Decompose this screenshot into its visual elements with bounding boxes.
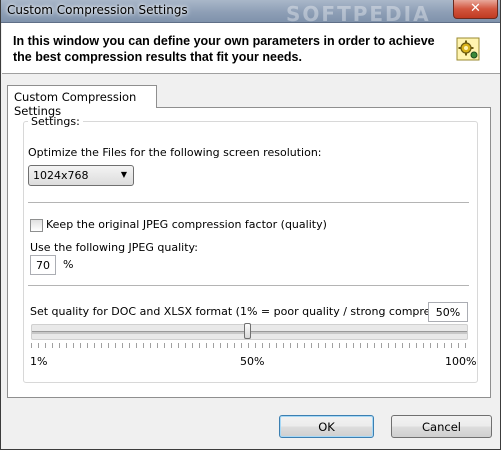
- tab-custom-compression-settings[interactable]: Custom Compression Settings: [7, 85, 157, 118]
- jpeg-quality-input[interactable]: 70: [30, 255, 56, 275]
- settings-gear-icon: [456, 37, 480, 61]
- tab-panel: Settings: Optimize the Files for the fol…: [7, 107, 491, 398]
- window-title: Custom Compression Settings: [7, 3, 188, 17]
- keep-jpeg-label[interactable]: Keep the original JPEG compression facto…: [46, 218, 327, 231]
- header-banner: In this window you can define your own p…: [2, 23, 500, 74]
- divider-1: [28, 202, 469, 203]
- slider-min-label: 1%: [30, 355, 48, 368]
- chevron-down-icon: ▼: [120, 170, 127, 179]
- slider-ticks: [31, 343, 468, 348]
- jpeg-quality-unit: %: [63, 258, 74, 271]
- doc-quality-value-input[interactable]: 50%: [428, 302, 468, 322]
- ok-button[interactable]: OK: [279, 415, 374, 438]
- close-button[interactable]: ✕: [453, 0, 498, 19]
- divider-2: [28, 285, 469, 286]
- doc-quality-slider[interactable]: [31, 323, 468, 340]
- slider-max-label: 100%: [445, 355, 477, 368]
- resolution-select[interactable]: 1024x768 ▼: [28, 165, 134, 186]
- slider-thumb[interactable]: [244, 323, 251, 339]
- jpeg-quality-label: Use the following JPEG quality:: [30, 241, 198, 254]
- dialog-window: Custom Compression Settings SOFTPEDIA ✕ …: [0, 0, 501, 450]
- keep-jpeg-checkbox[interactable]: [30, 219, 43, 232]
- doc-quality-label: Set quality for DOC and XLSX format (1% …: [30, 305, 463, 318]
- resolution-label: Optimize the Files for the following scr…: [28, 146, 322, 159]
- close-icon: ✕: [470, 1, 481, 16]
- slider-mid-label: 50%: [240, 355, 265, 368]
- header-description: In this window you can define your own p…: [13, 34, 435, 64]
- resolution-select-value: 1024x768: [33, 169, 89, 182]
- cancel-button[interactable]: Cancel: [391, 415, 492, 438]
- title-bar[interactable]: Custom Compression Settings SOFTPEDIA ✕: [1, 0, 500, 26]
